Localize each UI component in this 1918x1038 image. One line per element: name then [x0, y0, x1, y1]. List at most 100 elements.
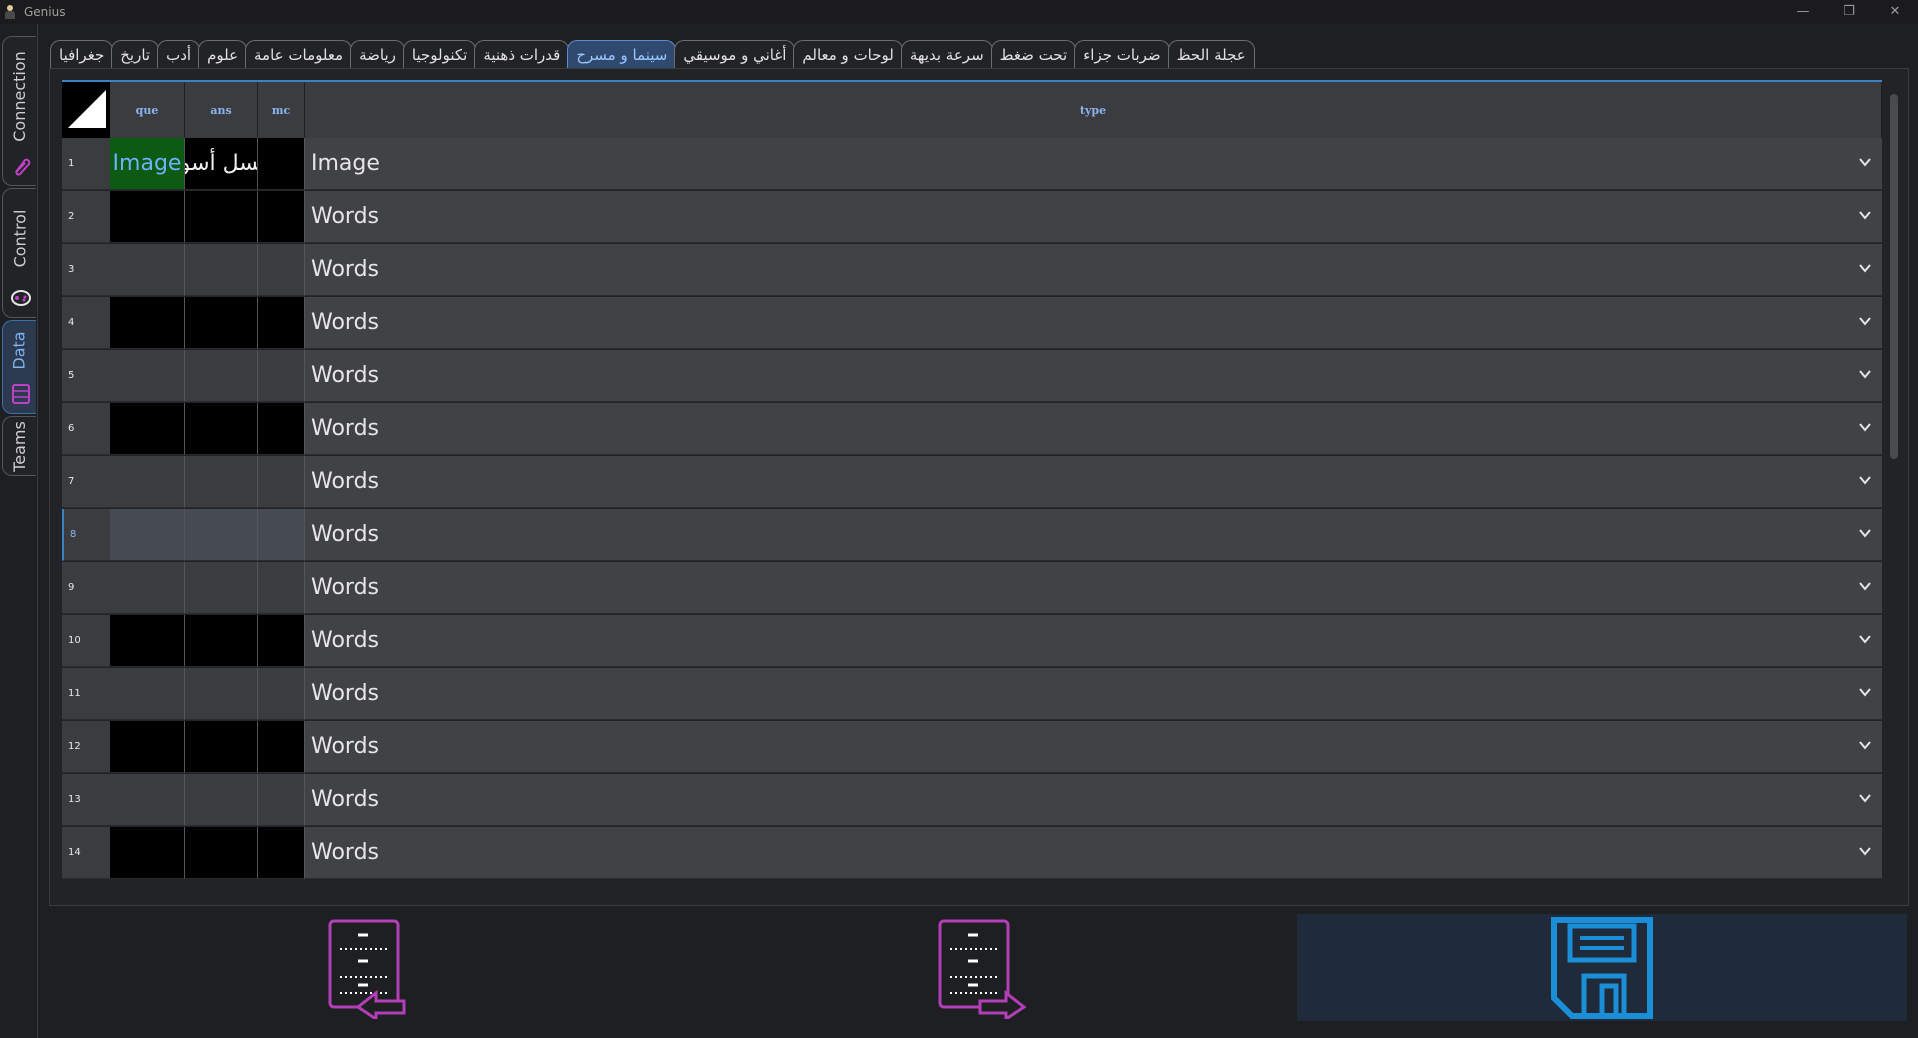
cell-mc[interactable]: [258, 827, 305, 879]
type-select[interactable]: Words: [305, 403, 1882, 455]
cell-que[interactable]: [110, 297, 185, 349]
cell-ans[interactable]: [185, 721, 258, 773]
table-row[interactable]: 8 Words: [62, 509, 1882, 562]
cell-ans[interactable]: [185, 403, 258, 455]
cell-que[interactable]: [110, 191, 185, 243]
cell-ans[interactable]: عسل أسود: [185, 138, 258, 190]
table-scrollbar[interactable]: [1890, 94, 1898, 459]
type-select[interactable]: Words: [305, 774, 1882, 826]
cell-mc[interactable]: [258, 138, 305, 190]
category-tab[interactable]: تكنولوجيا: [402, 40, 477, 68]
type-select[interactable]: Words: [305, 827, 1882, 879]
cell-mc[interactable]: [258, 403, 305, 455]
category-tab[interactable]: سينما و مسرح: [567, 40, 677, 68]
cell-ans[interactable]: [185, 562, 258, 614]
table-row[interactable]: 1Imageعسل أسودImage: [62, 138, 1882, 191]
type-select[interactable]: Words: [305, 244, 1882, 296]
cell-ans[interactable]: [185, 615, 258, 667]
cell-mc[interactable]: [258, 721, 305, 773]
category-tab[interactable]: معلومات عامة: [245, 40, 353, 68]
row-number[interactable]: 3: [62, 244, 110, 296]
cell-que[interactable]: [110, 827, 185, 879]
cell-que[interactable]: [110, 456, 185, 508]
row-number[interactable]: 2: [62, 191, 110, 243]
table-row[interactable]: 11 Words: [62, 668, 1882, 721]
category-tab[interactable]: أغاني و موسيقي: [674, 40, 796, 68]
cell-que[interactable]: Image: [110, 138, 185, 190]
table-row[interactable]: 12 Words: [62, 721, 1882, 774]
row-number[interactable]: 6: [62, 403, 110, 455]
cell-mc[interactable]: [258, 244, 305, 296]
type-select[interactable]: Image: [305, 138, 1882, 190]
row-number[interactable]: 1: [62, 138, 110, 190]
table-row[interactable]: 7 Words: [62, 456, 1882, 509]
row-number[interactable]: 4: [62, 297, 110, 349]
cell-mc[interactable]: [258, 562, 305, 614]
cell-ans[interactable]: [185, 774, 258, 826]
cell-mc[interactable]: [258, 668, 305, 720]
column-header-type[interactable]: type: [305, 82, 1882, 138]
tab-data[interactable]: Data: [2, 320, 36, 414]
row-number[interactable]: 5: [62, 350, 110, 402]
type-select[interactable]: Words: [305, 721, 1882, 773]
type-select[interactable]: Words: [305, 191, 1882, 243]
column-header-ans[interactable]: ans: [185, 82, 258, 138]
category-tab[interactable]: ضربات جزاء: [1074, 40, 1170, 68]
table-row[interactable]: 14 Words: [62, 827, 1882, 880]
table-row[interactable]: 3 Words: [62, 244, 1882, 297]
cell-mc[interactable]: [258, 350, 305, 402]
category-tab[interactable]: تاريخ: [111, 40, 160, 68]
table-row[interactable]: 13 Words: [62, 774, 1882, 827]
category-tab[interactable]: تحت ضغط: [990, 40, 1077, 68]
row-number[interactable]: 8: [62, 509, 110, 561]
table-row[interactable]: 10 Words: [62, 615, 1882, 668]
tab-teams[interactable]: Teams: [2, 416, 36, 476]
column-header-mc[interactable]: mc: [258, 82, 305, 138]
save-button[interactable]: [1297, 914, 1907, 1021]
table-row[interactable]: 6 Words: [62, 403, 1882, 456]
cell-que[interactable]: [110, 615, 185, 667]
cell-mc[interactable]: [258, 774, 305, 826]
category-tab[interactable]: جغرافيا: [50, 40, 114, 68]
row-number[interactable]: 12: [62, 721, 110, 773]
cell-mc[interactable]: [258, 456, 305, 508]
category-tab[interactable]: عجلة الحظ: [1167, 40, 1255, 68]
cell-que[interactable]: [110, 509, 185, 561]
row-number[interactable]: 7: [62, 456, 110, 508]
table-row[interactable]: 4 Words: [62, 297, 1882, 350]
table-row[interactable]: 9 Words: [62, 562, 1882, 615]
type-select[interactable]: Words: [305, 668, 1882, 720]
tab-control[interactable]: Control: [2, 188, 36, 318]
cell-que[interactable]: [110, 350, 185, 402]
row-number[interactable]: 13: [62, 774, 110, 826]
type-select[interactable]: Words: [305, 297, 1882, 349]
cell-mc[interactable]: [258, 615, 305, 667]
type-select[interactable]: Words: [305, 615, 1882, 667]
cell-que[interactable]: [110, 774, 185, 826]
close-button[interactable]: ✕: [1872, 0, 1918, 22]
row-number[interactable]: 14: [62, 827, 110, 879]
cell-que[interactable]: [110, 403, 185, 455]
cell-ans[interactable]: [185, 456, 258, 508]
cell-ans[interactable]: [185, 297, 258, 349]
cell-ans[interactable]: [185, 350, 258, 402]
select-all-corner[interactable]: [62, 82, 110, 138]
type-select[interactable]: Words: [305, 350, 1882, 402]
table-row[interactable]: 5 Words: [62, 350, 1882, 403]
type-select[interactable]: Words: [305, 562, 1882, 614]
cell-ans[interactable]: [185, 668, 258, 720]
category-tab[interactable]: قدرات ذهنية: [474, 40, 570, 68]
type-select[interactable]: Words: [305, 509, 1882, 561]
cell-que[interactable]: [110, 244, 185, 296]
export-button[interactable]: [920, 912, 1040, 1022]
cell-que[interactable]: [110, 721, 185, 773]
import-button[interactable]: [300, 912, 420, 1022]
cell-ans[interactable]: [185, 244, 258, 296]
cell-ans[interactable]: [185, 827, 258, 879]
cell-ans[interactable]: [185, 191, 258, 243]
category-tab[interactable]: علوم: [198, 40, 248, 68]
category-tab[interactable]: لوحات و معالم: [793, 40, 903, 68]
row-number[interactable]: 11: [62, 668, 110, 720]
row-number[interactable]: 10: [62, 615, 110, 667]
cell-mc[interactable]: [258, 297, 305, 349]
